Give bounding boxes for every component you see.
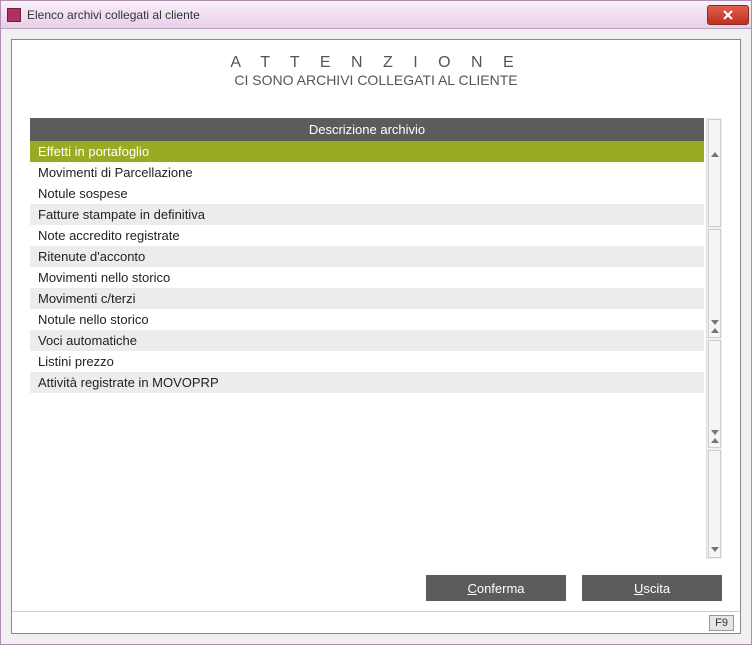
table-row[interactable]: Movimenti nello storico [30, 267, 704, 288]
scroll-segment[interactable] [708, 450, 721, 558]
table-row[interactable]: Attività registrate in MOVOPRP [30, 372, 704, 393]
content-frame: A T T E N Z I O N E CI SONO ARCHIVI COLL… [11, 39, 741, 634]
scroll-up-icon [711, 438, 719, 443]
table-row[interactable]: Movimenti di Parcellazione [30, 162, 704, 183]
scroll-down-icon [711, 547, 719, 552]
table-body[interactable]: Effetti in portafoglioMovimenti di Parce… [30, 141, 704, 559]
dialog-window: Elenco archivi collegati al cliente A T … [0, 0, 752, 645]
confirm-accel: C [467, 581, 476, 596]
alert-subtitle: CI SONO ARCHIVI COLLEGATI AL CLIENTE [12, 72, 740, 114]
button-row: Conferma Uscita [12, 559, 740, 611]
table-row[interactable]: Note accredito registrate [30, 225, 704, 246]
table-header: Descrizione archivio [30, 118, 704, 141]
vertical-scrollbar[interactable] [706, 118, 722, 559]
close-icon [723, 10, 733, 20]
table-row[interactable]: Notule nello storico [30, 309, 704, 330]
table-row[interactable]: Fatture stampate in definitiva [30, 204, 704, 225]
table-row[interactable]: Listini prezzo [30, 351, 704, 372]
scroll-down-icon [711, 320, 719, 325]
table-row[interactable]: Ritenute d'acconto [30, 246, 704, 267]
status-bar: F9 [12, 611, 740, 633]
scroll-segment[interactable] [708, 119, 721, 227]
exit-button[interactable]: Uscita [582, 575, 722, 601]
exit-rest: scita [643, 581, 670, 596]
keyboard-hint: F9 [709, 615, 734, 631]
alert-title: A T T E N Z I O N E [12, 54, 740, 72]
exit-accel: U [634, 581, 643, 596]
app-icon [7, 8, 21, 22]
scroll-segment[interactable] [708, 229, 721, 337]
table-row[interactable]: Voci automatiche [30, 330, 704, 351]
titlebar: Elenco archivi collegati al cliente [1, 1, 751, 29]
table-row[interactable]: Effetti in portafoglio [30, 141, 704, 162]
alert-heading: A T T E N Z I O N E CI SONO ARCHIVI COLL… [12, 40, 740, 118]
table-area: Descrizione archivio Effetti in portafog… [30, 118, 722, 559]
titlebar-left: Elenco archivi collegati al cliente [7, 8, 200, 22]
table-row[interactable]: Movimenti c/terzi [30, 288, 704, 309]
table-column: Descrizione archivio Effetti in portafog… [30, 118, 704, 559]
close-button[interactable] [707, 5, 749, 25]
scroll-up-icon [711, 328, 719, 333]
scroll-up-icon [711, 152, 719, 157]
confirm-button[interactable]: Conferma [426, 575, 566, 601]
table-row[interactable]: Notule sospese [30, 183, 704, 204]
window-title: Elenco archivi collegati al cliente [27, 8, 200, 22]
scroll-segment[interactable] [708, 340, 721, 448]
confirm-rest: onferma [477, 581, 525, 596]
scroll-down-icon [711, 430, 719, 435]
